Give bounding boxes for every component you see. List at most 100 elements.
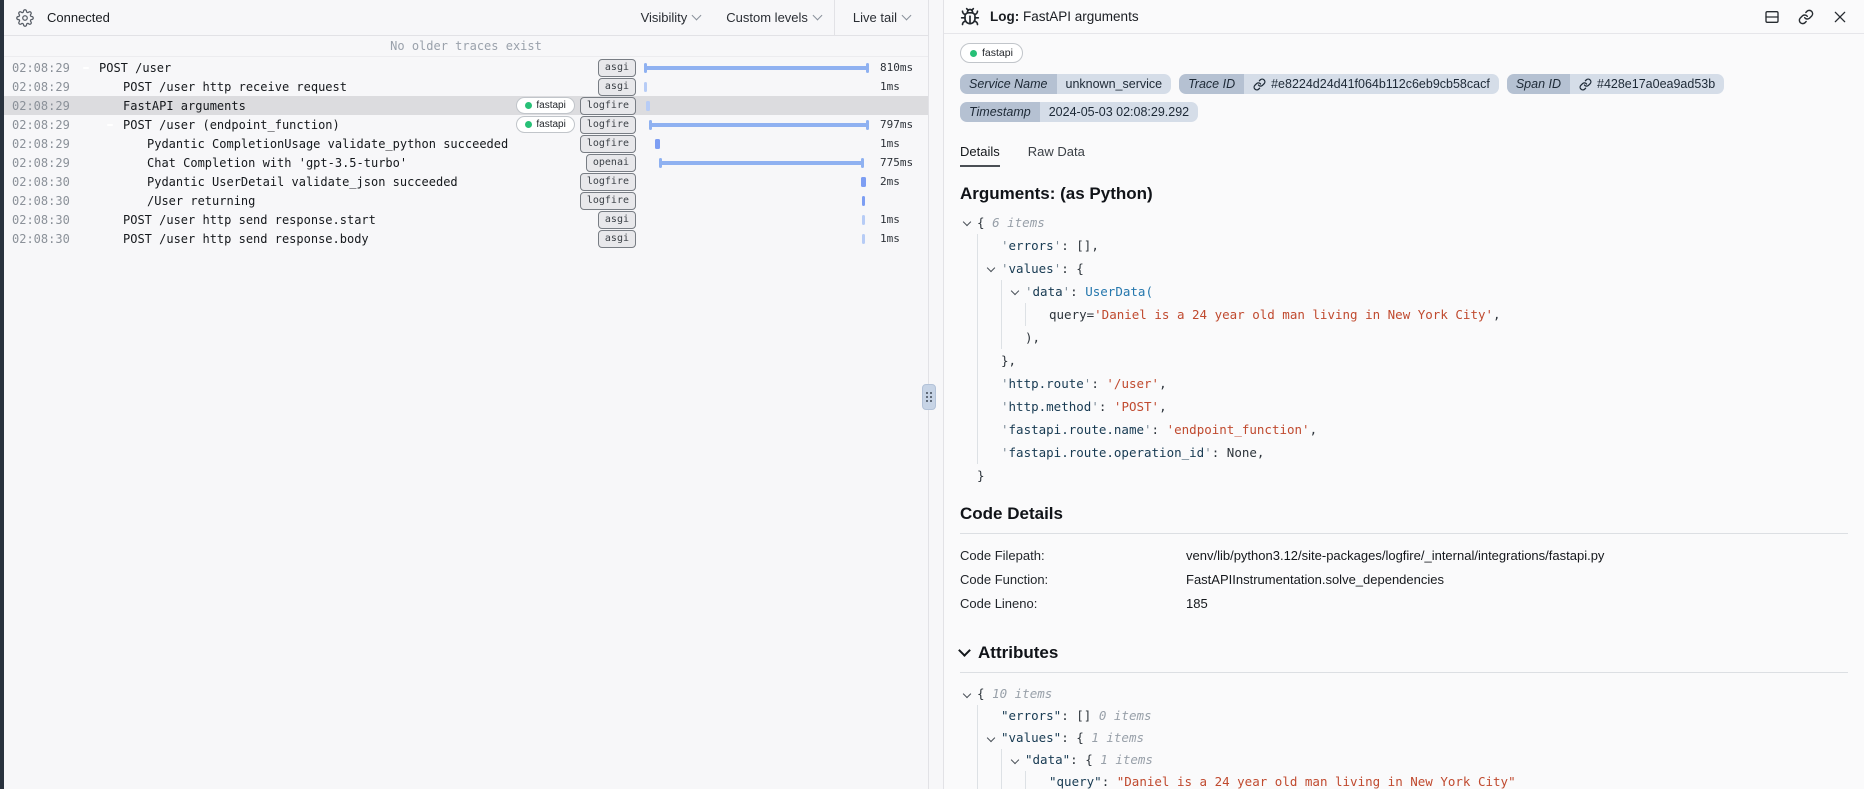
indent-guide — [977, 705, 1001, 727]
section-divider — [960, 672, 1848, 673]
row-name: /User returning — [147, 194, 572, 208]
visibility-dropdown[interactable]: Visibility — [628, 0, 714, 35]
trace-row[interactable]: 02:08:30POST /user http send response.bo… — [4, 229, 928, 248]
code-detail-value: 185 — [1186, 592, 1208, 616]
row-timestamp: 02:08:29 — [12, 80, 74, 94]
section-divider — [960, 533, 1848, 534]
timeline-track — [644, 172, 872, 191]
row-badges: asgi — [598, 59, 636, 77]
span-diamond-icon — [128, 138, 140, 150]
duration-bar — [861, 177, 866, 187]
collapse-toggle-icon[interactable] — [104, 119, 116, 131]
span-diamond-icon — [128, 157, 140, 169]
indent-guide — [977, 749, 1001, 771]
indent-guide — [1025, 771, 1049, 789]
tag-label: Trace ID — [1179, 74, 1244, 94]
detail-tabs: Details Raw Data — [960, 144, 1848, 167]
timeline-track — [644, 134, 872, 153]
row-timestamp: 02:08:30 — [12, 232, 74, 246]
split-view-icon[interactable] — [1764, 9, 1780, 25]
row-name: FastAPI arguments — [123, 99, 508, 113]
trace-row[interactable]: 02:08:30POST /user http send response.st… — [4, 210, 928, 229]
span-diamond-icon — [104, 81, 116, 93]
link-icon — [1253, 78, 1266, 91]
code-line: { 6 items — [960, 211, 1848, 234]
panel-divider — [929, 0, 944, 789]
scope-badge: logfire — [580, 97, 636, 115]
code-detail-row: Code Function:FastAPIInstrumentation.sol… — [960, 568, 1848, 592]
trace-row[interactable]: 02:08:29 Chat Completion with 'gpt-3.5-tu… — [4, 153, 928, 172]
code-detail-value: FastAPIInstrumentation.solve_dependencie… — [1186, 568, 1444, 592]
code-line-content: "data": { 1 items — [1025, 749, 1153, 771]
indent-guide — [977, 395, 1001, 418]
row-name: Chat Completion with 'gpt-3.5-turbo' — [147, 156, 578, 170]
code-line-content: ), — [1025, 326, 1040, 349]
code-detail-label: Code Filepath: — [960, 544, 1186, 568]
code-line-content: { 6 items — [977, 211, 1045, 234]
row-duration: 1ms — [872, 213, 928, 226]
code-line: "errors": [] 0 items — [960, 705, 1848, 727]
tag-label: Service Name — [960, 74, 1057, 94]
indent-guide — [1001, 771, 1025, 789]
log-detail-header: Log: FastAPI arguments — [944, 0, 1864, 34]
attributes-heading-row: Attributes — [960, 643, 1848, 663]
collapse-chevron-icon[interactable] — [958, 644, 971, 657]
code-line-content: 'http.method': 'POST', — [1001, 395, 1167, 418]
code-line-content: 'values': { — [1001, 257, 1084, 280]
trace-row[interactable]: 02:08:29Pydantic CompletionUsage validat… — [4, 134, 928, 153]
code-line: 'data': UserData( — [960, 280, 1848, 303]
row-badges: fastapilogfire — [516, 116, 636, 134]
custom-levels-dropdown[interactable]: Custom levels — [713, 0, 834, 35]
row-name: Pydantic UserDetail validate_json succee… — [147, 175, 572, 189]
code-details-heading: Code Details — [960, 504, 1848, 524]
tree-collapse-icon[interactable] — [963, 690, 971, 698]
duration-bar — [644, 66, 869, 70]
code-line-content: query='Daniel is a 24 year old man livin… — [1049, 303, 1501, 326]
attribute-tag[interactable]: Trace ID#e8224d24d41f064b112c6eb9cb58cac… — [1179, 74, 1499, 94]
attribute-tag[interactable]: Span ID#428e17a0ea9ad53b — [1507, 74, 1724, 94]
copy-link-icon[interactable] — [1798, 9, 1814, 25]
trace-row[interactable]: 02:08:29POST /userasgi810ms — [4, 58, 928, 77]
bug-icon — [960, 7, 980, 27]
tab-details[interactable]: Details — [960, 144, 1000, 167]
row-timestamp: 02:08:29 — [12, 61, 74, 75]
row-duration: 775ms — [872, 156, 928, 169]
trace-row[interactable]: 02:08:29POST /user http receive requesta… — [4, 77, 928, 96]
panel-resize-handle[interactable] — [922, 384, 936, 410]
attribute-tag: Timestamp2024-05-03 02:08:29.292 — [960, 102, 1198, 122]
collapse-toggle-icon[interactable] — [80, 62, 92, 74]
code-line: 'http.route': '/user', — [960, 372, 1848, 395]
tag-value[interactable]: #e8224d24d41f064b112c6eb9cb58cacf — [1244, 74, 1499, 94]
code-line: "query": "Daniel is a 24 year old man li… — [960, 771, 1848, 789]
tab-raw-data[interactable]: Raw Data — [1028, 144, 1085, 167]
row-badges: asgi — [598, 78, 636, 96]
row-indent — [80, 143, 128, 144]
tree-collapse-icon[interactable] — [963, 218, 971, 226]
code-line: } — [960, 464, 1848, 487]
tag-value: unknown_service — [1057, 74, 1172, 94]
row-indent — [80, 238, 104, 239]
row-name: Pydantic CompletionUsage validate_python… — [147, 137, 572, 151]
code-line-content: 'errors': [], — [1001, 234, 1099, 257]
row-badges: asgi — [598, 211, 636, 229]
close-icon[interactable] — [1832, 9, 1848, 25]
trace-row[interactable]: 02:08:30Pydantic UserDetail validate_jso… — [4, 172, 928, 191]
trace-row[interactable]: 02:08:29FastAPI argumentsfastapilogfire — [4, 96, 928, 115]
trace-toolbar: Connected Visibility Custom levels Live … — [4, 0, 928, 36]
row-duration: 797ms — [872, 118, 928, 131]
row-timestamp: 02:08:29 — [12, 156, 74, 170]
trace-row[interactable]: 02:08:29POST /user (endpoint_function)fa… — [4, 115, 928, 134]
duration-bar — [862, 234, 865, 244]
service-dot-icon — [525, 102, 532, 109]
gear-icon[interactable] — [16, 9, 34, 27]
row-badges: openai — [586, 154, 636, 172]
row-indent — [80, 86, 104, 87]
row-duration: 1ms — [872, 137, 928, 150]
duration-bar — [862, 215, 865, 225]
service-dot-icon — [970, 50, 977, 57]
live-tail-dropdown[interactable]: Live tail — [835, 0, 928, 35]
trace-row[interactable]: 02:08:30/User returninglogfire — [4, 191, 928, 210]
span-diamond-icon — [104, 233, 116, 245]
tag-value: 2024-05-03 02:08:29.292 — [1040, 102, 1198, 122]
tag-value[interactable]: #428e17a0ea9ad53b — [1570, 74, 1724, 94]
